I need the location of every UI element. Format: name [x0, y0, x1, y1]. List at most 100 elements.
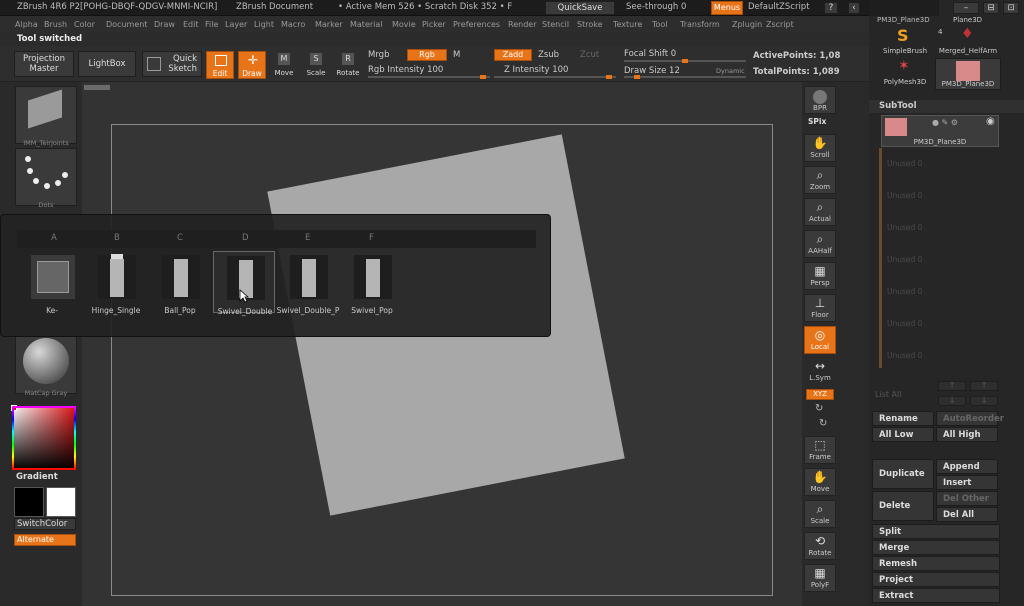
rotate-y-icon[interactable]: ↻ — [815, 403, 823, 414]
autoreorder-button[interactable]: AutoReorder — [936, 411, 1004, 426]
rename-button[interactable]: Rename — [872, 411, 934, 426]
menu-stencil[interactable]: Stencil — [542, 20, 569, 29]
material-selector[interactable]: MatCap Gray — [15, 334, 77, 397]
draw-size-track[interactable] — [624, 75, 746, 79]
brush-selector[interactable]: IMM_TeirJoints — [15, 86, 77, 147]
default-zscript-button[interactable]: DefaultZScript — [748, 2, 810, 12]
menu-render[interactable]: Render — [508, 20, 536, 29]
subtool-slot[interactable]: Unused 0 — [887, 319, 922, 328]
subtool-header[interactable]: SubTool — [869, 100, 1024, 113]
menu-preferences[interactable]: Preferences — [453, 20, 500, 29]
mesh-item-hinge-single[interactable]: Hinge_Single — [85, 251, 147, 315]
subtool-item-active[interactable]: ● ✎ ⚙ ◉ PM3D_Plane3D — [881, 115, 999, 147]
move-button[interactable]: M Move — [270, 51, 298, 79]
zadd-toggle[interactable]: Zadd — [494, 49, 532, 61]
rotate-button[interactable]: R Rotate — [334, 51, 362, 79]
zsub-toggle[interactable]: Zsub — [538, 50, 559, 60]
quicksave-button[interactable]: QuickSave — [545, 1, 615, 15]
menu-movie[interactable]: Movie — [392, 20, 416, 29]
scale-view-button[interactable]: ⌕ Scale — [804, 500, 836, 528]
subtool-slot[interactable]: Unused 0 — [887, 223, 922, 232]
subtool-scrollbar[interactable] — [879, 148, 882, 368]
menu-tool[interactable]: Tool — [652, 20, 668, 29]
menu-document[interactable]: Document — [106, 20, 147, 29]
split-button[interactable]: Split — [872, 524, 1000, 539]
bpr-button[interactable]: BPR — [804, 86, 836, 114]
focal-shift-slider[interactable]: Focal Shift 0 — [624, 49, 676, 59]
zcut-toggle[interactable]: Zcut — [580, 50, 599, 60]
menu-draw[interactable]: Draw — [154, 20, 175, 29]
lightbox-button[interactable]: LightBox — [78, 51, 136, 77]
menu-macro[interactable]: Macro — [281, 20, 305, 29]
zoom-button[interactable]: ⌕ Zoom — [804, 166, 836, 194]
remesh-button[interactable]: Remesh — [872, 556, 1000, 571]
move-up-icon[interactable]: ↑ — [938, 381, 966, 391]
mesh-item-key[interactable]: Ke- — [21, 251, 83, 315]
all-low-button[interactable]: All Low — [872, 427, 934, 442]
actual-button[interactable]: ⌕ Actual — [804, 198, 836, 226]
menu-transform[interactable]: Transform — [680, 20, 720, 29]
subtool-slot[interactable]: Unused 0 — [887, 255, 922, 264]
menu-zscript[interactable]: Zscript — [766, 20, 794, 29]
primary-color-swatch[interactable] — [46, 487, 76, 517]
mesh-item-swivel-pop[interactable]: Swivel_Pop — [341, 251, 403, 315]
focal-shift-track[interactable] — [624, 59, 746, 63]
stroke-selector[interactable]: Dots — [15, 148, 77, 209]
hue-ring[interactable] — [12, 406, 76, 470]
alternate-button[interactable]: Alternate — [14, 534, 76, 546]
tool-simplebrush[interactable]: S SimpleBrush — [879, 26, 931, 58]
all-high-button[interactable]: All High — [936, 427, 998, 442]
append-button[interactable]: Append — [936, 459, 998, 474]
switch-color-button[interactable]: SwitchColor — [14, 518, 76, 530]
mesh-item-ball-pop[interactable]: Ball_Pop — [149, 251, 211, 315]
menu-edit[interactable]: Edit — [183, 20, 199, 29]
del-all-button[interactable]: Del All — [936, 507, 998, 522]
draw-button[interactable]: ✛ Draw — [238, 51, 266, 79]
move-view-button[interactable]: ✋ Move — [804, 468, 836, 496]
edit-button[interactable]: Edit — [206, 51, 234, 79]
frame-button[interactable]: ⬚ Frame — [804, 436, 836, 464]
subtool-slot[interactable]: Unused 0 — [887, 287, 922, 296]
m-toggle[interactable]: M — [453, 50, 460, 60]
menu-alpha[interactable]: Alpha — [15, 20, 38, 29]
subtool-slot[interactable]: Unused 0 — [887, 191, 922, 200]
local-button[interactable]: ◎ Local — [804, 326, 836, 354]
rgb-toggle[interactable]: Rgb — [407, 49, 447, 61]
restore-icon[interactable]: ⊡ — [1003, 2, 1019, 14]
menu-material[interactable]: Material — [350, 20, 383, 29]
move-down-icon[interactable]: ↓ — [938, 396, 966, 406]
scale-button[interactable]: S Scale — [302, 51, 330, 79]
menu-layer[interactable]: Layer — [225, 20, 247, 29]
rgb-intensity-slider[interactable]: Rgb Intensity 100 — [368, 65, 443, 75]
help-icon[interactable]: ? — [824, 2, 838, 14]
shrink-icon[interactable]: ⊟ — [983, 2, 999, 14]
z-intensity-slider[interactable]: Z Intensity 100 — [504, 65, 568, 75]
eye-icon[interactable]: ◉ — [986, 116, 995, 127]
tool-merged-helfarm[interactable]: ♦ Merged_HelfArm — [935, 26, 1001, 58]
aahalf-button[interactable]: ⌕ AAHalf — [804, 230, 836, 258]
quick-sketch-button[interactable]: Quick Sketch — [142, 51, 202, 77]
insert-button[interactable]: Insert — [936, 475, 998, 490]
xyz-button[interactable]: XYZ — [806, 389, 834, 400]
scroll-button[interactable]: ✋ Scroll — [804, 134, 836, 162]
persp-button[interactable]: ▦ Persp — [804, 262, 836, 290]
menu-picker[interactable]: Picker — [422, 20, 446, 29]
tool-polymesh3d[interactable]: ✶ PolyMesh3D — [879, 58, 931, 90]
tool-pm3d-plane3d[interactable]: PM3D_Plane3D — [935, 58, 1001, 90]
mesh-item-swivel-double-p[interactable]: Swivel_Double_P — [277, 251, 339, 315]
menu-brush[interactable]: Brush — [44, 20, 67, 29]
canvas-scroll-indicator[interactable] — [84, 85, 110, 90]
gradient-label[interactable]: Gradient — [16, 472, 58, 482]
secondary-color-swatch[interactable] — [14, 487, 44, 517]
subtool-slot[interactable]: Unused 0 — [887, 351, 922, 360]
polyf-button[interactable]: ▦ PolyF — [804, 564, 836, 592]
menu-marker[interactable]: Marker — [315, 20, 343, 29]
floor-button[interactable]: ⊥ Floor — [804, 294, 836, 322]
list-all-button[interactable]: List All — [875, 390, 901, 399]
extract-button[interactable]: Extract — [872, 588, 1000, 603]
rotate-z-icon[interactable]: ↻ — [819, 418, 827, 429]
see-through-slider[interactable]: See-through 0 — [626, 2, 686, 12]
del-other-button[interactable]: Del Other — [936, 491, 998, 506]
menu-color[interactable]: Color — [74, 20, 95, 29]
rotate-view-button[interactable]: ⟲ Rotate — [804, 532, 836, 560]
